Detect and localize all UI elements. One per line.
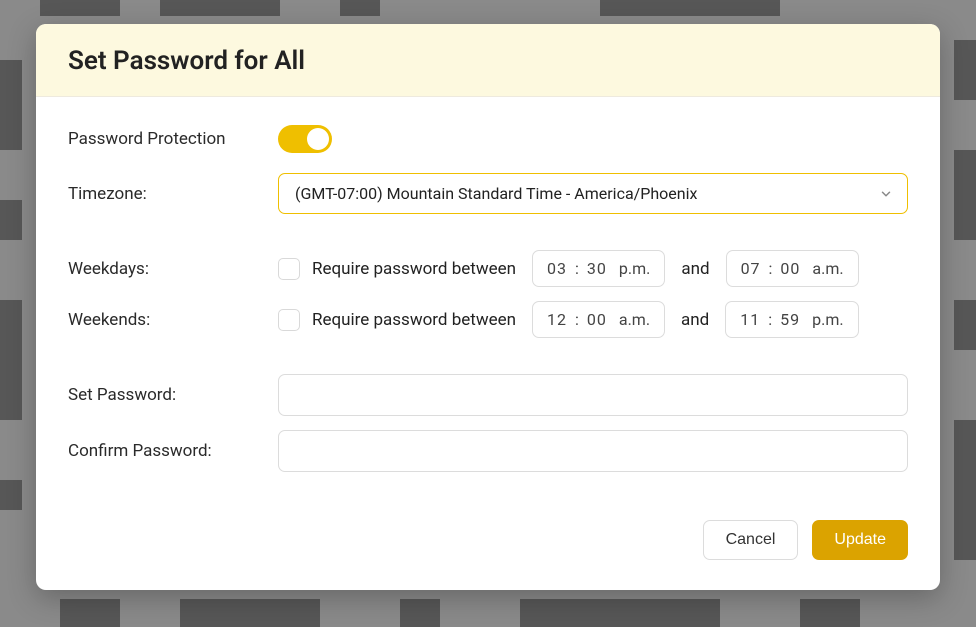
weekends-end-time-input[interactable]: 11 : 59 p.m. bbox=[725, 301, 858, 338]
weekdays-end-ampm: a.m. bbox=[812, 259, 843, 278]
password-protection-toggle[interactable] bbox=[278, 125, 332, 153]
modal-title: Set Password for All bbox=[68, 46, 908, 76]
label-require-weekdays: Require password between bbox=[312, 259, 516, 279]
weekdays-end-mm: 00 bbox=[780, 259, 800, 278]
update-button[interactable]: Update bbox=[812, 520, 908, 560]
confirm-password-input[interactable] bbox=[278, 430, 908, 472]
chevron-down-icon bbox=[879, 187, 893, 201]
modal-footer: Cancel Update bbox=[36, 492, 940, 590]
weekends-checkbox[interactable] bbox=[278, 309, 300, 331]
weekends-start-ampm: a.m. bbox=[619, 310, 650, 329]
label-require-weekends: Require password between bbox=[312, 310, 516, 330]
weekends-end-ampm: p.m. bbox=[812, 310, 843, 329]
weekdays-start-ampm: p.m. bbox=[619, 259, 650, 278]
row-password-protection: Password Protection bbox=[68, 125, 908, 153]
row-confirm-password: Confirm Password: bbox=[68, 430, 908, 472]
modal-body: Password Protection Timezone: (GMT-07:00… bbox=[36, 97, 940, 492]
weekdays-start-mm: 30 bbox=[587, 259, 607, 278]
row-timezone: Timezone: (GMT-07:00) Mountain Standard … bbox=[68, 173, 908, 214]
weekends-start-hh: 12 bbox=[547, 310, 567, 329]
label-and-weekdays: and bbox=[677, 259, 713, 279]
weekends-end-hh: 11 bbox=[740, 310, 760, 329]
weekdays-start-hh: 03 bbox=[547, 259, 567, 278]
row-weekends: Weekends: Require password between 12 : … bbox=[68, 301, 908, 338]
set-password-input[interactable] bbox=[278, 374, 908, 416]
timezone-selected-value: (GMT-07:00) Mountain Standard Time - Ame… bbox=[295, 184, 697, 203]
weekends-end-mm: 59 bbox=[780, 310, 800, 329]
weekdays-end-hh: 07 bbox=[741, 259, 761, 278]
weekdays-start-time-input[interactable]: 03 : 30 p.m. bbox=[532, 250, 665, 287]
label-weekends: Weekends: bbox=[68, 310, 278, 330]
modal-header: Set Password for All bbox=[36, 24, 940, 97]
label-timezone: Timezone: bbox=[68, 184, 278, 204]
cancel-button[interactable]: Cancel bbox=[703, 520, 799, 560]
label-set-password: Set Password: bbox=[68, 385, 278, 405]
weekdays-end-time-input[interactable]: 07 : 00 a.m. bbox=[726, 250, 859, 287]
row-set-password: Set Password: bbox=[68, 374, 908, 416]
weekends-start-mm: 00 bbox=[587, 310, 607, 329]
set-password-modal: Set Password for All Password Protection… bbox=[36, 24, 940, 590]
label-weekdays: Weekdays: bbox=[68, 259, 278, 279]
weekdays-checkbox[interactable] bbox=[278, 258, 300, 280]
weekends-start-time-input[interactable]: 12 : 00 a.m. bbox=[532, 301, 665, 338]
row-weekdays: Weekdays: Require password between 03 : … bbox=[68, 250, 908, 287]
timezone-select[interactable]: (GMT-07:00) Mountain Standard Time - Ame… bbox=[278, 173, 908, 214]
label-and-weekends: and bbox=[677, 310, 713, 330]
label-confirm-password: Confirm Password: bbox=[68, 441, 278, 461]
toggle-knob bbox=[307, 128, 329, 150]
label-password-protection: Password Protection bbox=[68, 129, 278, 149]
